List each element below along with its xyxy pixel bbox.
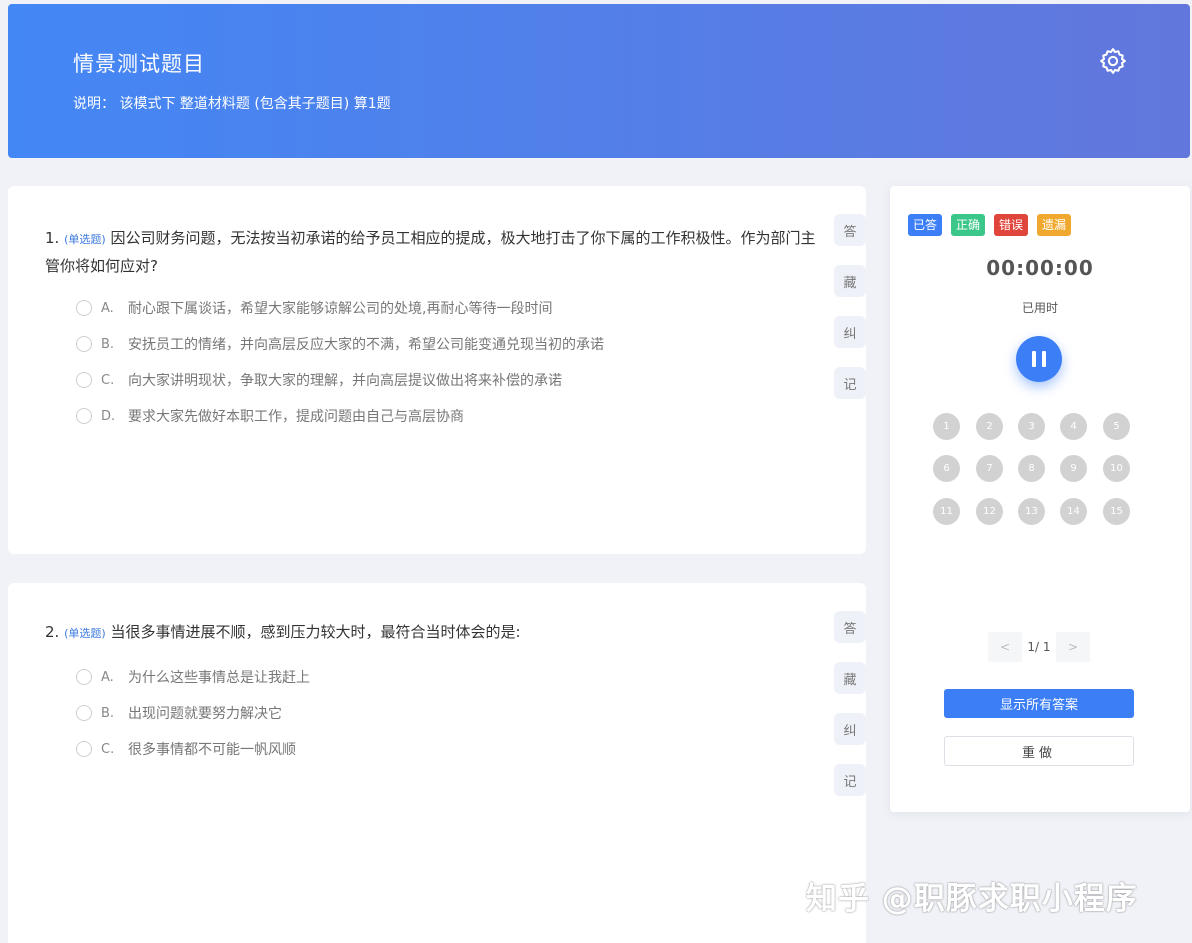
timer-display: 00:00:00 — [986, 256, 1094, 280]
question-side-actions: 答 藏 纠 记 — [834, 611, 866, 815]
question-type-tag: (单选题) — [64, 233, 106, 246]
option-letter: C. — [101, 372, 115, 388]
radio-button[interactable] — [76, 300, 92, 316]
radio-button[interactable] — [76, 669, 92, 685]
option-text: 安抚员工的情绪，并向高层反应大家的不满，希望公司能变通兑现当初的承诺 — [128, 337, 604, 353]
question-body: 当很多事情进展不顺，感到压力较大时，最符合当时体会的是: — [110, 623, 521, 641]
option-b[interactable]: B. 出现问题就要努力解决它 — [76, 695, 310, 731]
next-page-button[interactable]: > — [1056, 632, 1090, 662]
question-nav-12[interactable]: 12 — [976, 498, 1003, 525]
question-side-actions: 答 藏 纠 记 — [834, 214, 866, 418]
option-text: 很多事情都不可能一帆风顺 — [128, 742, 296, 758]
question-number: 1. — [45, 229, 60, 247]
question-text: 1. (单选题) 因公司财务问题，无法按当初承诺的给予员工相应的提成，极大地打击… — [45, 225, 825, 280]
question-nav-4[interactable]: 4 — [1060, 413, 1087, 440]
report-error-button[interactable]: 纠 — [834, 713, 866, 745]
question-nav-2[interactable]: 2 — [976, 413, 1003, 440]
option-a[interactable]: A. 为什么这些事情总是让我赶上 — [76, 659, 310, 695]
legend-missed: 遗漏 — [1037, 214, 1072, 236]
question-nav-14[interactable]: 14 — [1060, 498, 1087, 525]
page-header: 情景测试题目 说明： 该模式下 整道材料题 (包含其子题目) 算1题 — [8, 4, 1190, 158]
radio-button[interactable] — [76, 741, 92, 757]
question-nav-10[interactable]: 10 — [1103, 455, 1130, 482]
question-nav-7[interactable]: 7 — [976, 455, 1003, 482]
question-text: 2. (单选题) 当很多事情进展不顺，感到压力较大时，最符合当时体会的是: — [45, 619, 825, 647]
answer-sheet-panel: 已答 正确 错误 遗漏 00:00:00 已用时 1 2 3 4 5 6 7 8… — [890, 186, 1190, 812]
radio-button[interactable] — [76, 705, 92, 721]
question-nav-6[interactable]: 6 — [933, 455, 960, 482]
option-letter: B. — [101, 336, 115, 352]
question-nav-1[interactable]: 1 — [933, 413, 960, 440]
question-body: 因公司财务问题，无法按当初承诺的给予员工相应的提成，极大地打击了你下属的工作积极… — [45, 229, 816, 275]
page-description: 说明： 该模式下 整道材料题 (包含其子题目) 算1题 — [73, 96, 391, 112]
question-nav-9[interactable]: 9 — [1060, 455, 1087, 482]
show-all-answers-button[interactable]: 显示所有答案 — [944, 689, 1134, 718]
status-legend: 已答 正确 错误 遗漏 — [908, 214, 1080, 236]
question-nav-13[interactable]: 13 — [1018, 498, 1045, 525]
watermark: 知乎 @职豚求职小程序 — [806, 881, 1138, 917]
answer-button[interactable]: 答 — [834, 214, 866, 246]
report-error-button[interactable]: 纠 — [834, 316, 866, 348]
option-text: 出现问题就要努力解决它 — [128, 706, 282, 722]
question-nav-11[interactable]: 11 — [933, 498, 960, 525]
option-text: 要求大家先做好本职工作，提成问题由自己与高层协商 — [128, 409, 464, 425]
radio-button[interactable] — [76, 336, 92, 352]
legend-correct: 正确 — [951, 214, 986, 236]
legend-wrong: 错误 — [994, 214, 1029, 236]
radio-button[interactable] — [76, 408, 92, 424]
prev-page-button[interactable]: < — [988, 632, 1022, 662]
option-a[interactable]: A. 耐心跟下属谈话，希望大家能够谅解公司的处境,再耐心等待一段时间 — [76, 290, 604, 326]
answer-button[interactable]: 答 — [834, 611, 866, 643]
question-number: 2. — [45, 623, 60, 641]
option-letter: C. — [101, 741, 115, 757]
question-nav-5[interactable]: 5 — [1103, 413, 1130, 440]
timer-label: 已用时 — [1021, 301, 1058, 315]
favorite-button[interactable]: 藏 — [834, 662, 866, 694]
option-letter: D. — [101, 408, 116, 424]
question-nav-8[interactable]: 8 — [1018, 455, 1045, 482]
page-title: 情景测试题目 — [73, 52, 205, 76]
option-text: 耐心跟下属谈话，希望大家能够谅解公司的处境,再耐心等待一段时间 — [128, 301, 553, 317]
option-c[interactable]: C. 很多事情都不可能一帆风顺 — [76, 731, 310, 767]
option-c[interactable]: C. 向大家讲明现状，争取大家的理解，并向高层提议做出将来补偿的承诺 — [76, 362, 604, 398]
note-button[interactable]: 记 — [834, 367, 866, 399]
option-text: 为什么这些事情总是让我赶上 — [128, 670, 310, 686]
option-letter: A. — [101, 669, 114, 685]
options-list: A. 为什么这些事情总是让我赶上 B. 出现问题就要努力解决它 C. 很多事情都… — [76, 659, 310, 767]
redo-button[interactable]: 重做 — [944, 736, 1134, 766]
page-indicator: 1/ 1 — [1027, 640, 1051, 654]
question-type-tag: (单选题) — [64, 627, 106, 640]
question-card-1: 1. (单选题) 因公司财务问题，无法按当初承诺的给予员工相应的提成，极大地打击… — [8, 186, 866, 554]
legend-answered: 已答 — [908, 214, 943, 236]
question-nav-15[interactable]: 15 — [1103, 498, 1130, 525]
options-list: A. 耐心跟下属谈话，希望大家能够谅解公司的处境,再耐心等待一段时间 B. 安抚… — [76, 290, 604, 434]
option-b[interactable]: B. 安抚员工的情绪，并向高层反应大家的不满，希望公司能变通兑现当初的承诺 — [76, 326, 604, 362]
favorite-button[interactable]: 藏 — [834, 265, 866, 297]
option-d[interactable]: D. 要求大家先做好本职工作，提成问题由自己与高层协商 — [76, 398, 604, 434]
pause-icon — [1029, 351, 1049, 367]
option-letter: B. — [101, 705, 115, 721]
radio-button[interactable] — [76, 372, 92, 388]
question-nav-3[interactable]: 3 — [1018, 413, 1045, 440]
pause-button[interactable] — [1016, 336, 1062, 382]
gear-icon[interactable] — [1098, 46, 1128, 76]
pagination: < 1/ 1 > — [988, 632, 1090, 662]
option-letter: A. — [101, 300, 114, 316]
option-text: 向大家讲明现状，争取大家的理解，并向高层提议做出将来补偿的承诺 — [128, 373, 562, 389]
question-card-2: 2. (单选题) 当很多事情进展不顺，感到压力较大时，最符合当时体会的是: A.… — [8, 583, 866, 943]
note-button[interactable]: 记 — [834, 764, 866, 796]
